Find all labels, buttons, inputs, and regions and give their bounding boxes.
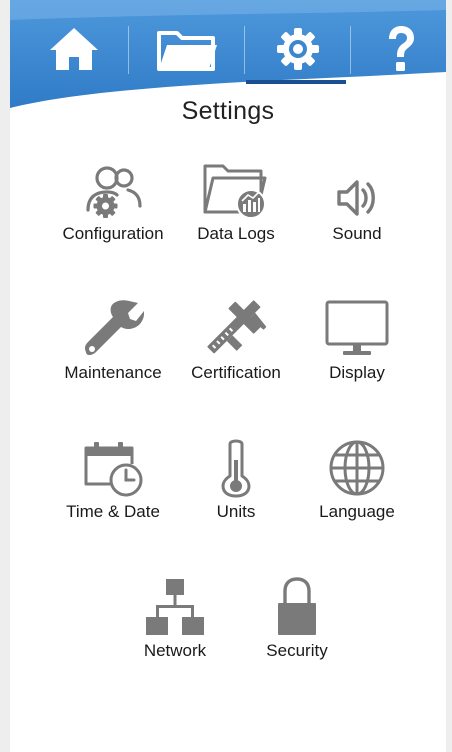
speaker-icon [337,180,375,216]
home-icon [50,28,98,70]
screen-frame-right [446,0,452,752]
time-date-tile[interactable]: Time & Date [53,436,173,546]
tile-label: Units [216,502,256,521]
tile-label: Certification [191,363,281,382]
network-icon [146,579,204,635]
tile-label: Language [319,502,395,521]
configuration-tile[interactable]: Configuration [53,158,173,268]
network-tile[interactable]: Network [115,575,235,685]
gear-icon [277,28,319,70]
tile-label: Sound [332,224,382,243]
caliper-icon [207,300,267,354]
folder-icon [157,31,217,71]
display-tile[interactable]: Display [297,297,417,407]
data-logs-tile[interactable]: Data Logs [176,158,296,268]
calendar-clock-icon [84,442,143,497]
nav-separator [244,26,245,74]
nav-settings-button[interactable] [250,14,346,84]
thermometer-icon [221,439,251,498]
certification-tile[interactable]: Certification [176,297,296,407]
screen-frame-left [0,0,10,752]
globe-icon [329,440,385,496]
tile-label: Data Logs [197,224,275,243]
sound-tile[interactable]: Sound [297,158,417,268]
tile-label: Maintenance [64,363,162,382]
folder-chart-icon [203,164,267,219]
users-gear-icon [86,166,142,218]
nav-separator [350,26,351,74]
question-icon [389,26,414,71]
tile-label: Network [143,641,207,660]
nav-home-button[interactable] [24,14,124,84]
tile-label: Display [329,363,385,382]
page-title: Settings [181,97,275,125]
language-tile[interactable]: Language [297,436,417,546]
active-tab-indicator [246,80,346,84]
nav-separator [128,26,129,74]
monitor-icon [325,300,389,355]
top-nav-bar [10,0,446,110]
units-tile[interactable]: Units [176,436,296,546]
tile-label: Configuration [62,224,164,243]
tile-label: Time & Date [66,502,160,521]
nav-help-button[interactable] [356,14,446,84]
wrench-icon [84,300,144,355]
lock-icon [278,577,316,635]
security-tile[interactable]: Security [237,575,357,685]
maintenance-tile[interactable]: Maintenance [53,297,173,407]
tile-label: Security [266,641,328,660]
nav-files-button[interactable] [134,14,240,84]
